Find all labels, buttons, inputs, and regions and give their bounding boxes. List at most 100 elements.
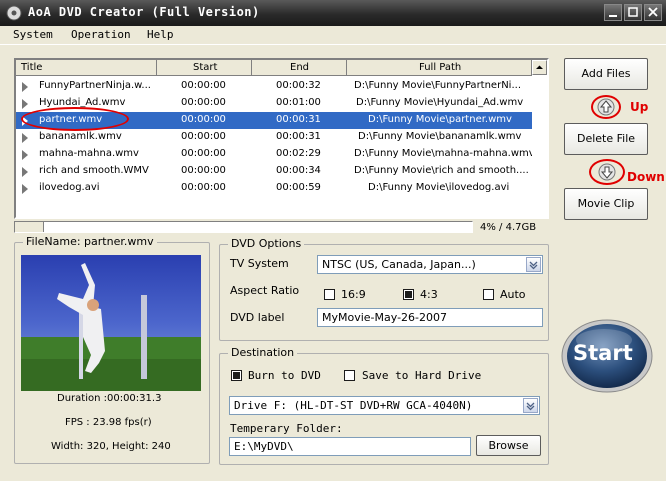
aspect-4-3-checkbox[interactable]: [403, 289, 414, 300]
drive-dropdown-button[interactable]: [523, 398, 538, 413]
add-files-button[interactable]: Add Files: [564, 58, 648, 90]
preview-size: Width: 320, Height: 240: [51, 441, 171, 452]
video-preview[interactable]: [21, 255, 201, 391]
menu-help[interactable]: Help: [147, 28, 174, 41]
play-icon: [22, 82, 28, 92]
maximize-icon: [628, 7, 638, 17]
save-to-hard-drive-checkbox[interactable]: [344, 370, 355, 381]
file-title: mahna-mahna.wmv: [39, 148, 139, 159]
file-start: 00:00:00: [181, 182, 226, 193]
dvd-options-group: DVD Options TV System NTSC (US, Canada, …: [219, 237, 549, 341]
up-arrow-icon: [597, 98, 615, 116]
column-header-label: End: [290, 62, 310, 73]
file-list[interactable]: Title Start End Full Path FunnyPartnerNi…: [14, 58, 549, 219]
file-path: D:\Funny Movie\mahna-mahna.wmv: [354, 148, 532, 159]
dvd-options-title: DVD Options: [228, 237, 305, 250]
drive-value: Drive F: (HL-DT-ST DVD+RW GCA-4040N): [234, 399, 473, 412]
tv-system-dropdown[interactable]: NTSC (US, Canada, Japan...): [317, 255, 543, 274]
move-down-button[interactable]: [589, 159, 625, 185]
preview-panel: FileName: partner.wmv Duration :00:00:31…: [14, 235, 210, 464]
column-header-label: Full Path: [419, 62, 462, 73]
aspect-4-3-label: 4:3: [420, 288, 438, 301]
column-header-full-path[interactable]: Full Path: [347, 60, 532, 76]
file-row[interactable]: bananamlk.wmv 00:00:00 00:00:31 D:\Funny…: [16, 129, 532, 146]
aspect-ratio-label: Aspect Ratio: [230, 284, 300, 297]
column-header-start[interactable]: Start: [157, 60, 252, 76]
column-header-title[interactable]: Title: [16, 60, 157, 76]
tv-system-label: TV System: [230, 257, 289, 270]
file-title: Hyundai_Ad.wmv: [39, 97, 126, 108]
file-row[interactable]: mahna-mahna.wmv 00:00:00 00:02:29 D:\Fun…: [16, 146, 532, 163]
save-to-hard-drive-label: Save to Hard Drive: [362, 369, 482, 382]
file-title: bananamlk.wmv: [39, 131, 122, 142]
temp-folder-label: Temperary Folder:: [230, 422, 343, 435]
destination-group: Destination Burn to DVD Save to Hard Dri…: [219, 346, 549, 465]
preview-filename: FileName: partner.wmv: [23, 235, 157, 248]
start-button-label: Start: [573, 341, 633, 365]
app-icon: [6, 5, 22, 21]
file-start: 00:00:00: [181, 114, 226, 125]
file-end: 00:02:29: [276, 148, 321, 159]
close-button[interactable]: [644, 4, 662, 21]
dvd-label-label: DVD label: [230, 311, 285, 324]
minimize-icon: [609, 15, 617, 17]
drive-dropdown[interactable]: Drive F: (HL-DT-ST DVD+RW GCA-4040N): [229, 396, 540, 415]
chevron-down-icon: [526, 402, 535, 411]
burn-to-dvd-checkbox[interactable]: [231, 370, 242, 381]
play-icon: [22, 150, 28, 160]
file-end: 00:00:34: [276, 165, 321, 176]
file-title: rich and smooth.WMV: [39, 165, 149, 176]
column-header-label: Start: [193, 62, 218, 73]
file-path: D:\Funny Movie\FunnyPartnerNi...: [354, 80, 521, 91]
down-arrow-icon: [598, 163, 616, 181]
menu-system[interactable]: System: [13, 28, 53, 41]
close-icon: [648, 7, 658, 17]
file-start: 00:00:00: [181, 131, 226, 142]
file-start: 00:00:00: [181, 148, 226, 159]
column-header-label: Title: [21, 62, 43, 73]
tv-system-dropdown-button[interactable]: [526, 257, 541, 272]
aspect-auto-checkbox[interactable]: [483, 289, 494, 300]
preview-duration: Duration :00:00:31.3: [57, 393, 162, 404]
up-annotation-label: Up: [630, 100, 649, 114]
file-row[interactable]: ilovedog.avi 00:00:00 00:00:59 D:\Funny …: [16, 180, 532, 197]
column-header-end[interactable]: End: [252, 60, 347, 76]
file-end: 00:00:59: [276, 182, 321, 193]
play-icon: [22, 167, 28, 177]
aspect-16-9-checkbox[interactable]: [324, 289, 335, 300]
destination-title: Destination: [228, 346, 298, 359]
minimize-button[interactable]: [604, 4, 622, 21]
selection-annotation-circle: [21, 107, 129, 131]
file-path: D:\Funny Movie\partner.wmv: [368, 114, 512, 125]
file-end: 00:01:00: [276, 97, 321, 108]
disc-usage-bar: [14, 221, 473, 233]
browse-button[interactable]: Browse: [476, 435, 541, 456]
burn-to-dvd-label: Burn to DVD: [248, 369, 321, 382]
file-path: D:\Funny Movie\bananamlk.wmv: [358, 131, 522, 142]
start-button[interactable]: Start: [560, 318, 654, 394]
file-path: D:\Funny Movie\Hyundai_Ad.wmv: [356, 97, 524, 108]
play-icon: [22, 133, 28, 143]
temp-folder-input[interactable]: E:\MyDVD\: [229, 437, 471, 456]
tv-system-value: NTSC (US, Canada, Japan...): [322, 258, 476, 271]
file-end: 00:00:31: [276, 131, 321, 142]
list-scroll-up-button[interactable]: [532, 60, 547, 75]
file-path: D:\Funny Movie\rich and smooth....: [354, 165, 529, 176]
delete-file-button[interactable]: Delete File: [564, 123, 648, 155]
move-up-button[interactable]: [591, 95, 621, 119]
menu-operation[interactable]: Operation: [71, 28, 131, 41]
chevron-down-icon: [529, 261, 538, 270]
file-start: 00:00:00: [181, 80, 226, 91]
play-icon: [22, 184, 28, 194]
play-icon: [22, 99, 28, 109]
file-row[interactable]: FunnyPartnerNinja.w... 00:00:00 00:00:32…: [16, 78, 532, 95]
dvd-label-input[interactable]: MyMovie-May-26-2007: [317, 308, 543, 327]
title-bar: AoA DVD Creator (Full Version): [0, 0, 666, 26]
file-end: 00:00:32: [276, 80, 321, 91]
file-path: D:\Funny Movie\ilovedog.avi: [368, 182, 510, 193]
preview-fps: FPS : 23.98 fps(r): [65, 417, 152, 428]
movie-clip-button[interactable]: Movie Clip: [564, 188, 648, 220]
file-row[interactable]: rich and smooth.WMV 00:00:00 00:00:34 D:…: [16, 163, 532, 180]
file-start: 00:00:00: [181, 165, 226, 176]
maximize-button[interactable]: [624, 4, 642, 21]
